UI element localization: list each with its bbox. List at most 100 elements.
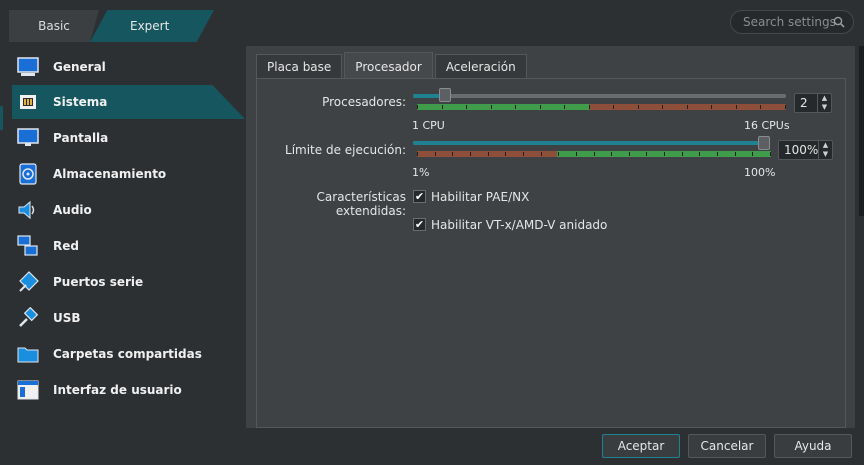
exec-cap-slider-handle[interactable] [758, 136, 770, 150]
mode-basic-tab[interactable]: Basic [9, 10, 99, 42]
scale-tick [664, 152, 666, 156]
checkmark-icon: ✔ [414, 218, 425, 231]
sidebar: General Sistema Pantalla Almacenamiento … [0, 48, 245, 465]
mode-expert-tab[interactable]: Expert [90, 10, 214, 42]
processors-spinbox[interactable]: 2 ▲ ▼ [794, 93, 832, 113]
sidebar-item-label: Almacenamiento [53, 167, 167, 181]
scale-tick [681, 152, 683, 156]
scale-tick [734, 152, 736, 156]
scale-tick [469, 152, 471, 156]
sidebar-item-pantalla[interactable]: Pantalla [12, 121, 245, 155]
sidebar-item-label: Audio [53, 203, 92, 217]
scale-tick [717, 152, 719, 156]
processors-slider-handle[interactable] [438, 88, 451, 102]
vtx-label[interactable]: Habilitar VT-x/AMD-V anidado [431, 218, 607, 232]
exec-cap-spin-buttons[interactable]: ▲ ▼ [818, 141, 832, 159]
sidebar-item-label: General [53, 60, 106, 74]
exec-cap-scale [417, 151, 771, 157]
scale-ticks [417, 151, 771, 157]
scale-tick [711, 105, 713, 109]
scrollbar[interactable] [859, 46, 864, 216]
scale-tick [699, 152, 701, 156]
search-icon[interactable] [833, 16, 845, 28]
spin-up-icon[interactable]: ▲ [819, 141, 832, 150]
scale-tick [735, 105, 737, 109]
scale-tick [417, 152, 418, 156]
tab-placa-base[interactable]: Placa base [256, 54, 343, 78]
vtx-checkbox[interactable]: ✔ [413, 218, 426, 231]
processors-label: Procesadores: [322, 95, 406, 109]
sidebar-item-label: Red [53, 239, 79, 253]
search-input[interactable]: Search settings [730, 10, 854, 34]
tab-procesador[interactable]: Procesador [344, 52, 433, 78]
extended-features-label: Características extendidas: [316, 190, 406, 218]
scale-tick [564, 105, 566, 109]
scale-tick [466, 105, 468, 109]
scale-tick [490, 105, 492, 109]
sidebar-item-label: Pantalla [53, 131, 109, 145]
active-marker [0, 106, 3, 130]
scale-tick [611, 152, 613, 156]
checkmark-icon: ✔ [414, 190, 425, 203]
processor-tab-content: Procesadores: 1 CPU 16 CPUs 2 ▲ ▼ Límite… [256, 78, 846, 428]
scale-tick [434, 152, 436, 156]
sidebar-item-carpetas-compartidas[interactable]: Carpetas compartidas [12, 337, 245, 371]
spin-down-icon[interactable]: ▼ [819, 150, 832, 159]
scale-tick [515, 105, 517, 109]
sidebar-item-usb[interactable]: USB [12, 301, 245, 335]
spin-down-icon[interactable]: ▼ [818, 103, 831, 112]
sidebar-item-almacenamiento[interactable]: Almacenamiento [12, 157, 245, 191]
sidebar-item-red[interactable]: Red [12, 229, 245, 263]
sidebar-item-interfaz-de-usuario[interactable]: Interfaz de usuario [12, 373, 245, 407]
exec-cap-label: Límite de ejecución: [285, 143, 406, 157]
spin-up-icon[interactable]: ▲ [818, 94, 831, 103]
scale-tick [770, 152, 771, 156]
storage-icon [16, 162, 40, 186]
serial-ports-icon [16, 270, 40, 294]
scale-tick [686, 105, 688, 109]
exec-cap-slider[interactable] [413, 141, 770, 145]
accept-button[interactable]: Aceptar [602, 434, 680, 458]
sidebar-item-audio[interactable]: Audio [12, 193, 245, 227]
display-icon [16, 126, 40, 150]
scale-tick [540, 152, 542, 156]
system-icon [16, 90, 40, 114]
general-icon [16, 55, 40, 79]
exec-cap-slider-fill [413, 141, 764, 145]
scale-tick [785, 105, 786, 109]
scale-tick [558, 152, 560, 156]
processors-max-label: 16 CPUs [744, 119, 790, 132]
scale-tick [613, 105, 615, 109]
sidebar-item-puertos-serie[interactable]: Puertos serie [12, 265, 245, 299]
pae-checkbox[interactable]: ✔ [413, 190, 426, 203]
scale-tick [662, 105, 664, 109]
sidebar-item-sistema[interactable]: Sistema [12, 85, 245, 119]
processors-spin-buttons[interactable]: ▲ ▼ [817, 94, 831, 112]
sidebar-item-label: Puertos serie [53, 275, 144, 289]
scale-tick [505, 152, 507, 156]
scale-tick [452, 152, 454, 156]
sidebar-item-label: USB [53, 311, 81, 325]
scale-tick [646, 152, 648, 156]
scale-tick [417, 105, 418, 109]
scale-tick [752, 152, 754, 156]
user-interface-icon [16, 378, 40, 402]
scale-tick [522, 152, 524, 156]
scale-tick [593, 152, 595, 156]
exec-cap-min-label: 1% [412, 166, 430, 179]
cancel-button[interactable]: Cancelar [688, 434, 766, 458]
sidebar-item-label: Sistema [53, 95, 108, 109]
processors-slider[interactable] [413, 94, 786, 98]
processors-min-label: 1 CPU [412, 119, 445, 132]
shared-folders-icon [16, 342, 40, 366]
tab-aceleracion[interactable]: Aceleración [434, 54, 527, 78]
audio-icon [16, 198, 40, 222]
pae-label[interactable]: Habilitar PAE/NX [431, 190, 529, 204]
top-bar: Basic Expert Search settings [0, 0, 864, 46]
exec-cap-spinbox[interactable]: 100% ▲ ▼ [778, 140, 833, 160]
tab-bar: Placa base Procesador Aceleración [256, 52, 529, 78]
sidebar-item-general[interactable]: General [12, 50, 245, 84]
network-icon [16, 234, 40, 258]
help-button[interactable]: Ayuda [774, 434, 852, 458]
search-placeholder: Search settings [743, 15, 836, 29]
